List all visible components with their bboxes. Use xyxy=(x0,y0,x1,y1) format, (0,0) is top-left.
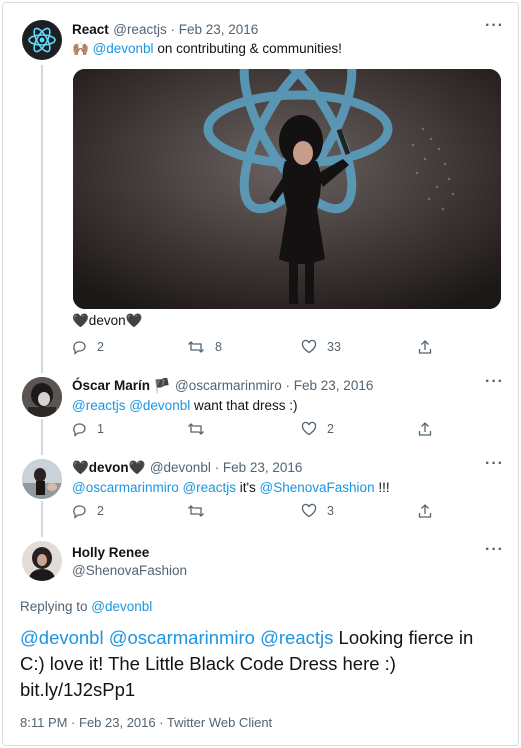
avatar-photo-icon xyxy=(22,377,62,417)
separator: · xyxy=(210,460,223,475)
reply-icon xyxy=(73,341,86,355)
tweet-text-body: !!! xyxy=(374,480,390,495)
thread-line xyxy=(41,65,43,373)
like-button[interactable]: 33 xyxy=(301,339,341,355)
tweet-text-body: it's xyxy=(235,480,260,495)
author-name[interactable]: 🖤devon🖤 xyxy=(72,460,145,475)
thread-line xyxy=(41,501,43,537)
avatar-oscar[interactable] xyxy=(22,377,62,417)
separator: · xyxy=(166,22,179,37)
like-count: 3 xyxy=(327,504,334,518)
reply-count: 2 xyxy=(97,340,104,354)
like-count: 2 xyxy=(327,422,334,436)
avatar-holly[interactable] xyxy=(22,541,62,581)
tweet-text-body: on contributing & communities! xyxy=(153,41,342,56)
more-options-icon[interactable]: ··· xyxy=(485,541,504,559)
tweet-date[interactable]: Feb 23, 2016 xyxy=(179,22,259,37)
replying-to-label: Replying to xyxy=(20,599,92,614)
avatar-photo-icon xyxy=(22,459,62,499)
heart-icon xyxy=(301,339,317,354)
tweet-text: 🙌🏽 @devonbl on contributing & communitie… xyxy=(72,41,342,57)
heart-icon xyxy=(301,503,317,518)
tweet-text: @reactjs @devonbl want that dress :) xyxy=(72,398,298,413)
mention-link[interactable]: @devonbl @oscarmarinmiro @reactjs xyxy=(20,627,333,648)
avatar-devon[interactable] xyxy=(22,459,62,499)
reply-button[interactable]: 2 xyxy=(71,339,104,355)
tweet-text-body: want that dress :) xyxy=(190,398,298,413)
reply-button[interactable]: 2 xyxy=(71,503,104,519)
like-button[interactable]: 2 xyxy=(301,421,334,437)
author-name[interactable]: Óscar Marín 🏴 xyxy=(72,378,171,393)
author-handle[interactable]: @devonbl xyxy=(150,460,211,475)
replying-to-handle[interactable]: @devonbl xyxy=(91,599,152,614)
tweet-timestamp[interactable]: 8:11 PM · Feb 23, 2016 · Twitter Web Cli… xyxy=(20,715,272,730)
author-handle[interactable]: @reactjs xyxy=(113,22,166,37)
share-icon xyxy=(418,504,432,518)
reply-icon xyxy=(73,505,86,519)
avatar-react[interactable] xyxy=(22,20,62,60)
reply-icon xyxy=(73,423,86,437)
reply-count: 2 xyxy=(97,504,104,518)
heart-icon xyxy=(301,421,317,436)
tweet-link[interactable]: bit.ly/1J2sPp1 xyxy=(20,677,135,703)
more-options-icon[interactable]: ··· xyxy=(485,17,504,35)
separator: · xyxy=(281,378,294,393)
tweet-actions: 2 3 xyxy=(71,503,491,523)
author-handle[interactable]: @oscarmarinmiro xyxy=(175,378,282,393)
share-button[interactable] xyxy=(417,503,433,519)
retweet-button[interactable] xyxy=(187,421,215,437)
share-icon xyxy=(418,422,432,436)
share-button[interactable] xyxy=(417,421,433,437)
react-logo-icon xyxy=(28,27,56,53)
retweet-button[interactable]: 8 xyxy=(187,339,222,355)
share-button[interactable] xyxy=(417,339,433,355)
main-tweet-text-line2: C:) love it! The Little Black Code Dress… xyxy=(20,653,396,674)
share-icon xyxy=(418,340,432,354)
retweet-count: 8 xyxy=(215,340,222,354)
clap-emoji: 🙌🏽 xyxy=(72,41,93,56)
mention-link[interactable]: @reactjs @devonbl xyxy=(72,398,190,413)
tweet-header: Óscar Marín 🏴 @oscarmarinmiro · Feb 23, … xyxy=(72,377,373,395)
tweet-date[interactable]: Feb 23, 2016 xyxy=(294,378,374,393)
tweet-date[interactable]: Feb 23, 2016 xyxy=(223,460,303,475)
like-count: 33 xyxy=(327,340,341,354)
author-name[interactable]: Holly Renee xyxy=(72,545,149,560)
tweet-thread-card: React @reactjs · Feb 23, 2016 ··· 🙌🏽 @de… xyxy=(2,2,519,746)
like-button[interactable]: 3 xyxy=(301,503,334,519)
reply-button[interactable]: 1 xyxy=(71,421,104,437)
tweet-header: 🖤devon🖤 @devonbl · Feb 23, 2016 xyxy=(72,459,302,477)
retweet-icon xyxy=(188,423,204,435)
mention-link[interactable]: @devonbl xyxy=(93,41,154,56)
tweet-media-photo[interactable] xyxy=(73,69,501,309)
tweet-text: @oscarmarinmiro @reactjs it's @ShenovaFa… xyxy=(72,480,390,495)
avatar-photo-icon xyxy=(22,541,62,581)
retweet-button[interactable] xyxy=(187,503,215,519)
main-tweet-text-line1: @devonbl @oscarmarinmiro @reactjs Lookin… xyxy=(20,625,473,651)
more-options-icon[interactable]: ··· xyxy=(485,455,504,473)
more-options-icon[interactable]: ··· xyxy=(485,373,504,391)
mention-link[interactable]: @oscarmarinmiro @reactjs xyxy=(72,480,236,495)
photo-speaker-on-stage xyxy=(73,69,501,309)
author-handle[interactable]: @ShenovaFashion xyxy=(72,563,187,578)
tweet-header: React @reactjs · Feb 23, 2016 xyxy=(72,21,258,39)
reply-count: 1 xyxy=(97,422,104,436)
tweet-actions: 2 8 33 xyxy=(71,339,491,359)
replying-to: Replying to @devonbl xyxy=(20,599,152,614)
tweet-text-body: Looking fierce in xyxy=(333,627,474,648)
retweet-icon xyxy=(188,505,204,517)
author-name[interactable]: React xyxy=(72,22,109,37)
thread-line xyxy=(41,419,43,455)
tweet-actions: 1 2 xyxy=(71,421,491,441)
retweet-icon xyxy=(188,341,204,353)
mention-link[interactable]: @ShenovaFashion xyxy=(260,480,375,495)
media-caption: 🖤devon🖤 xyxy=(72,313,143,328)
